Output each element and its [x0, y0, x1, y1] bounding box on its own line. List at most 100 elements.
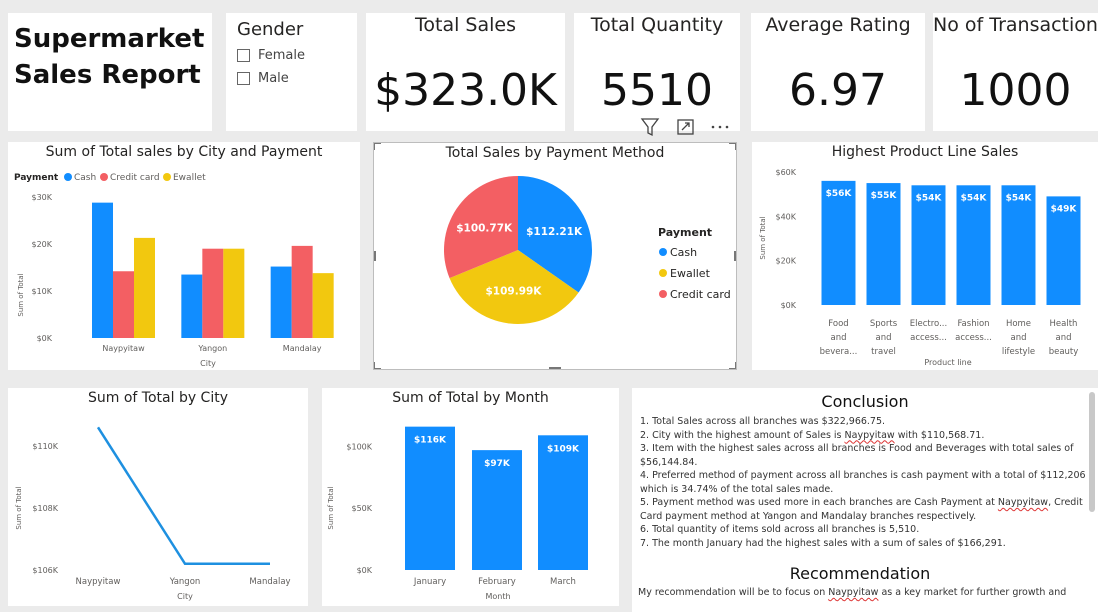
- pie-legend-cash-dot: [659, 248, 667, 256]
- male-label: Male: [258, 71, 289, 86]
- recommendation-title: Recommendation: [789, 564, 931, 583]
- y-tick-label: $60K: [775, 168, 796, 177]
- y-tick-label: $50K: [351, 504, 372, 513]
- female-label: Female: [258, 48, 306, 63]
- conclusion-item: 7. The month January had the highest sal…: [640, 537, 1006, 549]
- more-options-icon[interactable]: [711, 125, 729, 129]
- city-line-chart-card[interactable]: Sum of Total by City Sum of Total City $…: [8, 388, 308, 606]
- female-checkbox[interactable]: [237, 49, 250, 62]
- y-tick-label: $106K: [32, 566, 58, 575]
- conclusion-card[interactable]: Conclusion 1. Total Sales across all bra…: [632, 388, 1098, 612]
- y-tick-label: $30K: [31, 193, 52, 202]
- legend-credit-dot: [100, 173, 108, 181]
- bar-mandalay-credit-card: [291, 245, 313, 338]
- bar-product-line: [821, 180, 856, 305]
- resize-handle-br[interactable]: [729, 362, 736, 369]
- legend-cash: Cash: [74, 173, 96, 183]
- gender-slicer-title: Gender: [237, 19, 304, 40]
- x-tick-label: beauty: [1049, 347, 1079, 357]
- bar-naypyitaw-cash: [92, 202, 113, 338]
- city-payment-chart-card[interactable]: Sum of Total sales by City and Payment P…: [8, 142, 360, 370]
- gender-slicer: Gender Female Male: [226, 13, 357, 131]
- conclusion-item: 6. Total quantity of items sold across a…: [640, 524, 920, 535]
- x-tick-label: Mandalay: [283, 344, 322, 353]
- product-line-chart[interactable]: Sum of Total Product line $0K $20K $40K $60…: [752, 142, 1098, 370]
- payment-pie-chart[interactable]: Payment Cash Ewallet Credit card $112.21…: [373, 142, 737, 370]
- y-tick-label: $108K: [32, 504, 58, 513]
- report-title-line-2: Sales Report: [14, 60, 201, 90]
- month-chart[interactable]: Sum of Total Month $0K $50K $100K $116K Janu…: [322, 388, 619, 606]
- filter-icon[interactable]: [640, 118, 660, 137]
- month-chart-card[interactable]: Sum of Total by Month Sum of Total Month…: [322, 388, 619, 606]
- gender-option-male[interactable]: Male: [237, 71, 305, 86]
- y-axis-title: Sum of Total: [327, 486, 335, 529]
- bar-data-label: $97K: [484, 459, 511, 469]
- payment-pie-card[interactable]: Total Sales by Payment Method Payment Ca…: [373, 142, 737, 370]
- conclusion-title: Conclusion: [821, 392, 909, 411]
- pie-data-label: $112.21K: [526, 226, 583, 238]
- x-tick-label: February: [478, 577, 516, 587]
- city-payment-chart[interactable]: Payment Cash Credit card Ewallet Sum of …: [8, 142, 360, 370]
- bar-mandalay-ewallet: [312, 273, 334, 338]
- male-checkbox[interactable]: [237, 72, 250, 85]
- resize-handle-tl[interactable]: [374, 143, 381, 150]
- spellcheck-word: Naypyitaw: [844, 429, 895, 441]
- y-tick-label: $100K: [346, 442, 372, 451]
- bar-data-label: $109K: [547, 444, 580, 454]
- focus-mode-icon[interactable]: [677, 119, 694, 135]
- product-line-chart-card[interactable]: Highest Product Line Sales Sum of Total …: [752, 142, 1098, 370]
- kpi-average-rating-value: 6.97: [789, 65, 887, 116]
- x-tick-label: March: [550, 577, 576, 587]
- legend-credit: Credit card: [110, 173, 160, 183]
- y-axis-title: Sum of Total: [759, 216, 767, 259]
- y-axis-title: Sum of Total: [15, 486, 23, 529]
- resize-handle-tr[interactable]: [729, 143, 736, 150]
- kpi-total-sales: Total Sales $323.0K: [366, 13, 565, 131]
- legend-title: Payment: [14, 173, 59, 183]
- kpi-transactions-label: No of Transaction: [933, 14, 1098, 36]
- bar-data-label: $56K: [826, 189, 853, 199]
- resize-handle-l[interactable]: [374, 251, 376, 261]
- bar-data-label: $54K: [1006, 193, 1033, 203]
- y-tick-label: $20K: [31, 240, 52, 249]
- resize-handle-b[interactable]: [549, 367, 561, 369]
- spellcheck-word: Naypyitaw: [997, 497, 1049, 508]
- kpi-total-quantity-value: 5510: [601, 65, 713, 116]
- kpi-total-quantity-label: Total Quantity: [590, 14, 724, 36]
- visual-header: [640, 118, 729, 137]
- y-tick-label: $110K: [32, 442, 58, 451]
- bar-data-label: $54K: [961, 193, 988, 203]
- x-tick-label: Yangon: [197, 344, 227, 353]
- x-tick-label: Mandalay: [249, 577, 290, 587]
- conclusion-item: 5. Payment method was used more in each …: [640, 497, 1083, 522]
- kpi-total-sales-value: $323.0K: [374, 65, 557, 116]
- conclusion-item: 4. Preferred method of payment across al…: [640, 470, 1086, 495]
- kpi-transactions-value: 1000: [959, 65, 1072, 116]
- x-tick-label: Sports: [870, 319, 898, 329]
- kpi-transactions: No of Transaction 1000: [933, 13, 1098, 131]
- conclusion-list: 1. Total Sales across all branches was $…: [632, 415, 1098, 550]
- y-tick-label: $20K: [775, 257, 796, 266]
- resize-handle-r[interactable]: [734, 251, 736, 261]
- x-axis-title: City: [177, 592, 193, 601]
- bar-data-label: $49K: [1051, 204, 1078, 214]
- bar-data-label: $55K: [871, 191, 898, 201]
- x-tick-label: January: [413, 577, 446, 587]
- x-tick-label: Naypyitaw: [76, 577, 121, 587]
- kpi-average-rating: Average Rating 6.97: [751, 13, 925, 131]
- y-tick-label: $0K: [37, 334, 53, 343]
- sales-by-city-line: [96, 426, 270, 566]
- pie-data-label: $109.99K: [485, 285, 542, 297]
- gender-option-female[interactable]: Female: [237, 48, 305, 63]
- scrollbar[interactable]: [1089, 392, 1095, 512]
- city-line-chart[interactable]: Sum of Total City $106K $108K $110K Naypyit…: [8, 388, 308, 606]
- recommendation-text: My recommendation will be to focus on Na…: [638, 587, 1067, 598]
- resize-handle-bl[interactable]: [374, 362, 381, 369]
- legend-ewallet-dot: [163, 173, 171, 181]
- x-tick-label: bevera...: [820, 347, 858, 357]
- bar-yangon-cash: [181, 274, 203, 338]
- kpi-total-sales-label: Total Sales: [415, 14, 516, 36]
- pie-data-label: $100.77K: [456, 222, 513, 234]
- legend-ewallet: Ewallet: [173, 173, 206, 183]
- bar-data-label: $54K: [916, 193, 943, 203]
